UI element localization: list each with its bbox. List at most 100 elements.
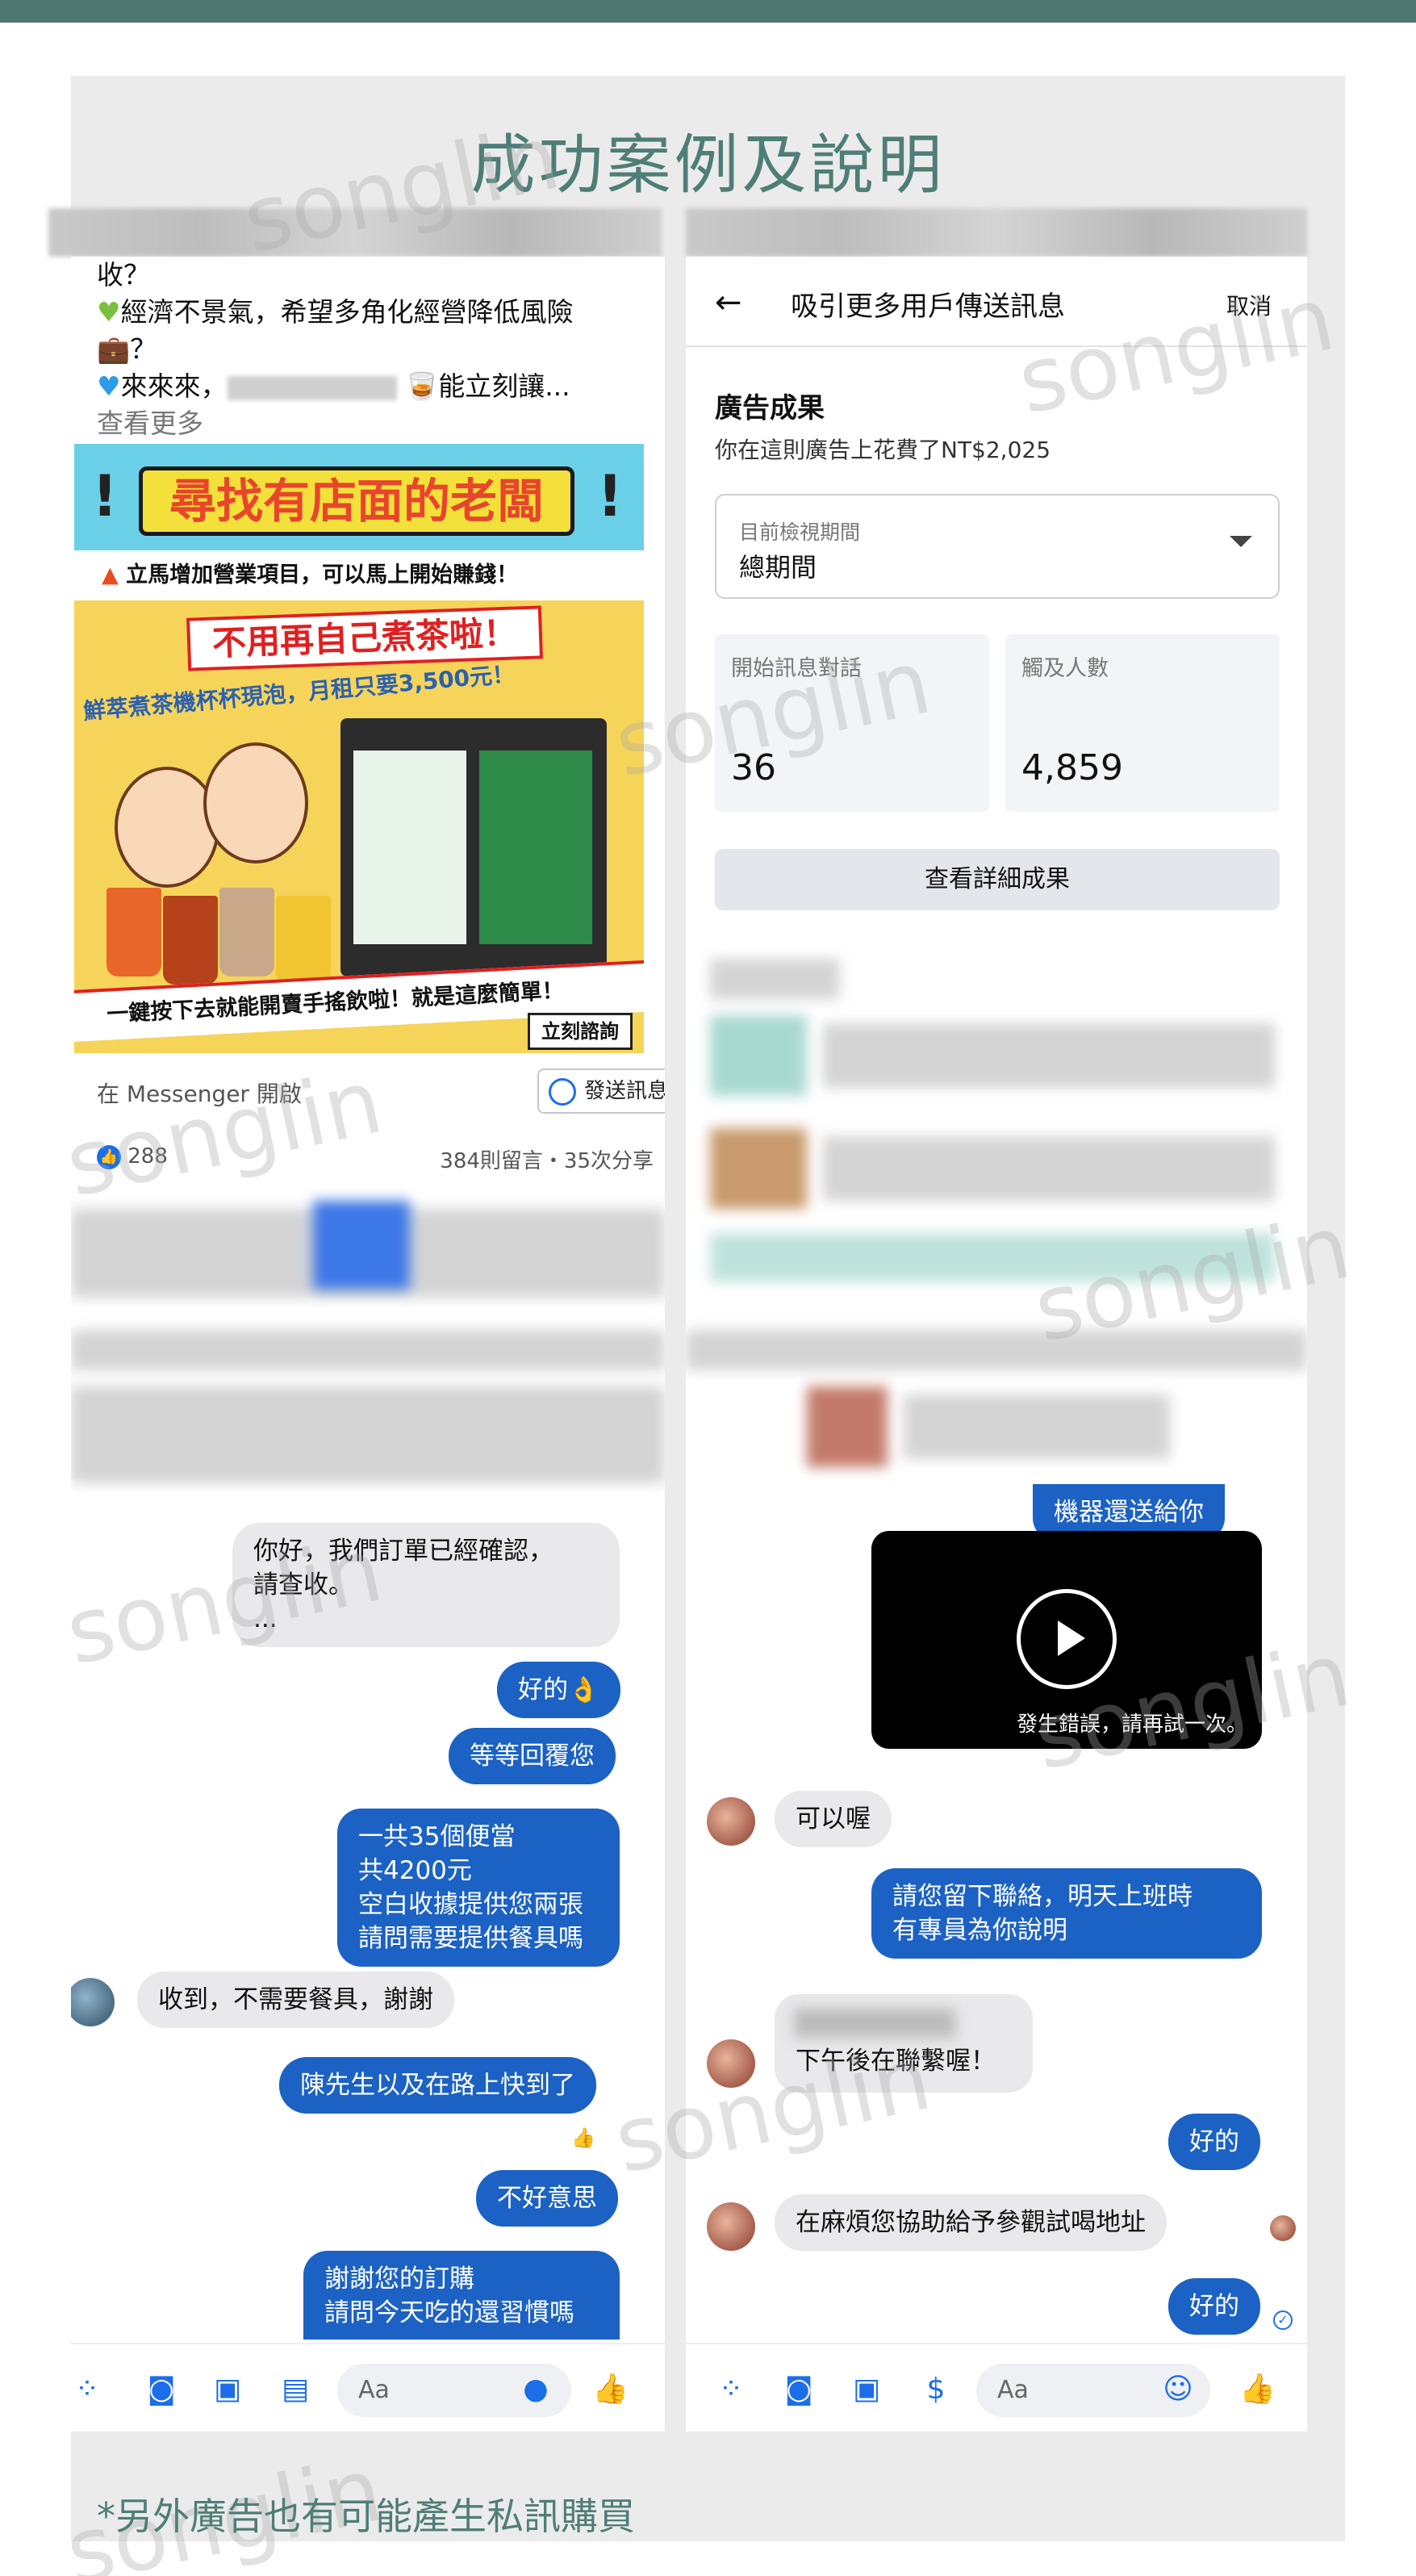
send-message-button[interactable]: 發送訊息: [537, 1068, 665, 1114]
post-line-1: 收？: [97, 259, 150, 291]
blurred-header-right: [686, 208, 1307, 257]
chat-message-in: 可以喔: [775, 1791, 892, 1847]
thumbs-up-icon[interactable]: 👍: [1239, 2373, 1276, 2406]
post-line-3: 💼？: [97, 333, 157, 365]
blurred-divider: [71, 1330, 665, 1370]
chat-message-out: 好的👌: [497, 1662, 620, 1718]
thumbs-up-reaction-icon: 👍: [571, 2126, 595, 2149]
illustration-girl: [203, 742, 308, 864]
chat-message-out: 好的: [1168, 2114, 1260, 2170]
payment-icon[interactable]: $: [920, 2373, 952, 2406]
right-chat: 機器還送給你 發生錯誤，請再試一次。 可以喔 請您留下聯絡，明天上班時 有專員為…: [686, 1484, 1307, 2432]
whisky-icon: 🥃: [405, 370, 439, 402]
chat-message-in: 在麻煩您協助給予參觀試喝地址: [775, 2194, 1167, 2251]
menu-icon[interactable]: ⁘: [715, 2373, 747, 2406]
blue-heart-icon: ♥: [97, 370, 121, 402]
post-text: 收？ ♥經濟不景氣，希望多角化經營降低風險 💼？ ♥來來來， 🥃能立刻讓... …: [97, 257, 654, 442]
image-icon[interactable]: ▣: [211, 2373, 244, 2406]
page-title: 成功案例及說明: [470, 128, 946, 203]
drink-cup: [163, 896, 218, 985]
messenger-open-label: 在 Messenger 開啟: [97, 1081, 302, 1107]
period-select[interactable]: 目前檢視期間 總期間: [715, 494, 1280, 599]
warning-icon: ▲: [102, 562, 119, 588]
contact-avatar: [707, 2039, 755, 2088]
blurred-text: [227, 375, 397, 400]
blurred-thumbnail: [710, 1128, 807, 1209]
left-chat: 你好，我們訂單已經確認， 請查收。 ... 好的👌 等等回覆您 一共35個便當 …: [71, 1497, 665, 2432]
video-error-text: 發生錯誤，請再試一次。: [1016, 1712, 1247, 1737]
period-value: 總期間: [739, 552, 817, 583]
ad-headline: 尋找有店面的老闆: [139, 466, 574, 536]
blurred-comment: [71, 1386, 665, 1483]
results-title: 吸引更多用戶傳送訊息: [791, 291, 1065, 323]
book-icon[interactable]: ▤: [279, 2373, 311, 2406]
exclamation-icon: !: [92, 463, 118, 529]
contact-avatar: [707, 1797, 755, 1846]
chat-message-out: 不好意思: [476, 2170, 618, 2227]
post-line-4: ♥來來來， 🥃能立刻讓...: [97, 370, 570, 402]
chat-message-in: 你好，我們訂單已經確認， 請查收。 ...: [232, 1523, 620, 1647]
chat-message-out: 陳先生以及在路上快到了: [279, 2057, 596, 2114]
like-icon: 👍: [97, 1144, 121, 1169]
period-label: 目前檢視期間: [739, 521, 861, 544]
green-heart-icon: ♥: [97, 296, 121, 328]
stat-value: 4,859: [1021, 747, 1123, 788]
blurred-divider: [686, 1330, 1307, 1370]
drink-cup: [276, 896, 331, 985]
emoji-icon[interactable]: ●: [520, 2373, 552, 2406]
chat-message-out: 一共35個便當 共4200元 空白收據提供您兩張 請問需要提供餐具嗎: [337, 1809, 620, 1967]
stat-conversations: 開始訊息對話 36: [715, 634, 989, 812]
blurred-row: [710, 1233, 1275, 1282]
exclamation-icon: !: [597, 463, 623, 529]
left-screenshot: 收？ ♥經濟不景氣，希望多角化經營降低風險 💼？ ♥來來來， 🥃能立刻讓... …: [71, 257, 665, 2432]
reactions-row: 👍 288 384則留言・35次分享: [97, 1144, 654, 1177]
messenger-row: 在 Messenger 開啟 發送訊息: [97, 1064, 665, 1115]
tea-machine: [340, 718, 607, 976]
chat-message-out: 等等回覆您: [449, 1728, 616, 1784]
contact-avatar: [707, 2202, 755, 2251]
see-more-link[interactable]: 查看更多: [97, 405, 654, 442]
caret-down-icon: [1230, 536, 1252, 547]
briefcase-icon: 💼: [97, 333, 131, 365]
blurred-avatar: [807, 1386, 888, 1467]
ad-spent-text: 你在這則廣告上花費了NT$2,025: [715, 437, 1051, 463]
blurred-heading: [710, 959, 839, 999]
image-icon[interactable]: ▣: [850, 2373, 883, 2406]
results-header: ← 吸引更多用戶傳送訊息 取消: [686, 257, 1307, 347]
menu-icon[interactable]: ⁘: [71, 2373, 103, 2406]
blurred-header-left: [48, 208, 662, 257]
stat-reach: 觸及人數 4,859: [1005, 634, 1280, 812]
blurred-comment: [904, 1395, 1170, 1459]
video-message[interactable]: 發生錯誤，請再試一次。: [871, 1531, 1262, 1749]
back-arrow-icon[interactable]: ←: [715, 284, 742, 321]
messenger-icon: [549, 1078, 576, 1106]
camera-icon[interactable]: ◙: [783, 2373, 815, 2406]
footer-note: *另外廣告也有可能產生私訊購買: [97, 2494, 635, 2538]
view-details-button[interactable]: 查看詳細成果: [715, 849, 1280, 910]
stat-label: 觸及人數: [1021, 656, 1109, 681]
drink-cup: [219, 888, 274, 976]
chat-message-out: 謝謝您的訂購 請問今天吃的還習慣嗎: [303, 2251, 620, 2340]
blurred-row: [823, 1136, 1275, 1201]
comments-shares[interactable]: 384則留言・35次分享: [440, 1144, 654, 1174]
thumbs-up-icon[interactable]: 👍: [592, 2373, 629, 2406]
right-chat-toolbar: ⁘ ◙ ▣ $ Aa ☺ 👍: [686, 2343, 1307, 2432]
like-count[interactable]: 288: [127, 1144, 168, 1169]
chat-message-out: 好的: [1168, 2278, 1260, 2335]
stat-value: 36: [731, 747, 776, 788]
contact-avatar: [71, 1978, 115, 2026]
play-icon[interactable]: [1017, 1589, 1117, 1689]
post-line-2: ♥經濟不景氣，希望多角化經營降低風險: [97, 296, 574, 328]
ad-image[interactable]: ! ! 尋找有店面的老闆 ▲ 立馬增加營業項目，可以馬上開始賺錢！ 不用再自己煮…: [74, 444, 644, 1053]
cancel-button[interactable]: 取消: [1226, 289, 1272, 321]
ad-consult-button: 立刻諮詢: [528, 1013, 633, 1050]
drink-cup: [107, 888, 161, 976]
ad-results-heading: 廣告成果: [715, 392, 825, 424]
emoji-icon[interactable]: ☺: [1162, 2373, 1194, 2406]
illustration-girl: [115, 767, 219, 888]
top-accent-bar: [0, 0, 1416, 23]
camera-icon[interactable]: ◙: [145, 2373, 178, 2406]
blurred-row: [823, 1023, 1275, 1088]
blurred-thumbnail: [710, 1015, 807, 1096]
ad-strip: ▲ 立馬增加營業項目，可以馬上開始賺錢！: [74, 550, 644, 600]
